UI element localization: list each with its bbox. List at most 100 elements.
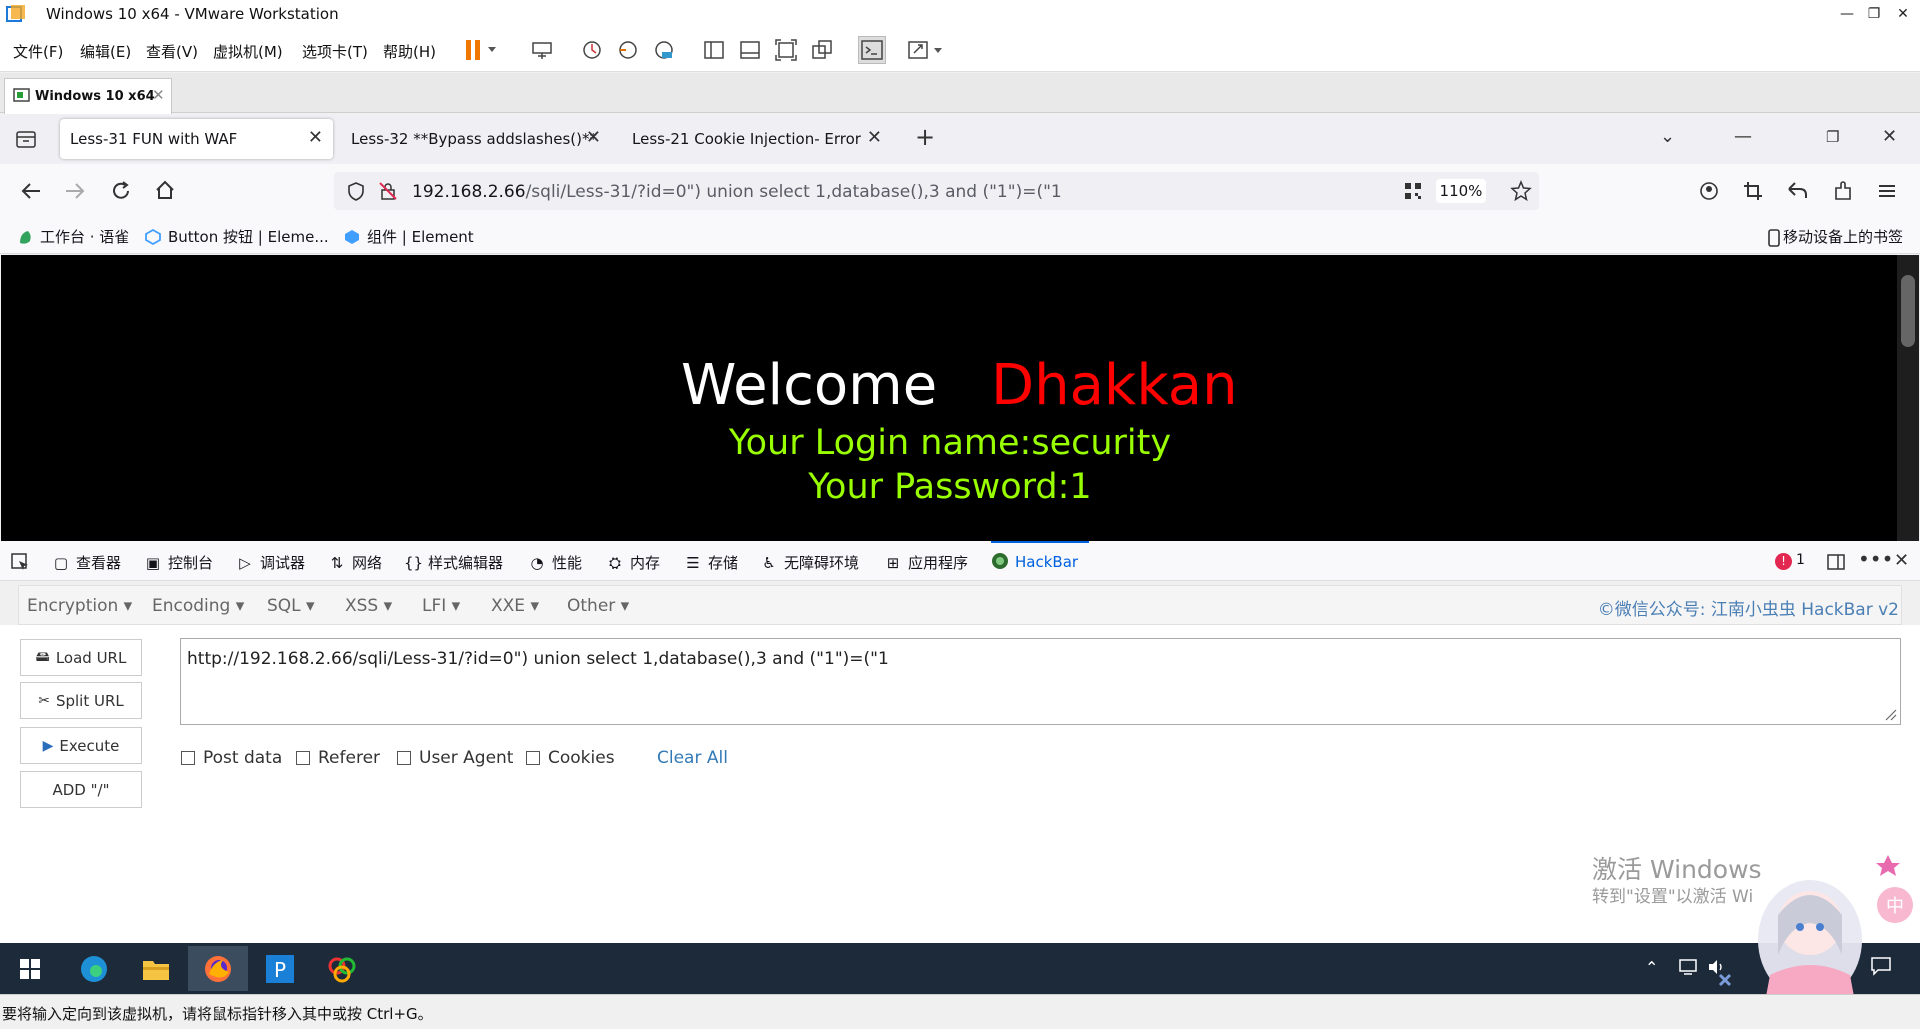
menu-hamburger-icon[interactable]: [1876, 180, 1898, 202]
devtools-tab-network[interactable]: ⇅ 网络: [328, 552, 382, 573]
reload-icon[interactable]: [110, 180, 132, 202]
browser-tab[interactable]: Less-21 Cookie Injection- Error B ✕: [622, 119, 892, 159]
resize-handle-icon[interactable]: [1883, 707, 1897, 721]
clear-all-link[interactable]: Clear All: [657, 748, 728, 768]
add-slash-button[interactable]: ADD "/": [20, 771, 142, 808]
menu-lfi[interactable]: LFI ▾: [422, 596, 460, 616]
scrollbar-thumb[interactable]: [1901, 275, 1915, 347]
console-view-icon[interactable]: [858, 36, 886, 64]
sidebar-toggle-icon[interactable]: [702, 38, 726, 62]
menu-encryption[interactable]: Encryption ▾: [27, 596, 132, 616]
vm-tab[interactable]: Windows 10 x64 ✕: [4, 78, 172, 114]
load-url-button[interactable]: 🖴 Load URL: [20, 639, 142, 676]
undo-icon[interactable]: [1786, 180, 1808, 202]
user-agent-checkbox[interactable]: User Agent: [397, 748, 513, 768]
bookmark-star-icon[interactable]: [1510, 180, 1532, 202]
bookmark-yuque[interactable]: 工作台 · 语雀: [40, 226, 129, 247]
menu-sql[interactable]: SQL ▾: [267, 596, 315, 616]
zoom-level[interactable]: 110%: [1436, 179, 1486, 203]
menu-tabs[interactable]: 选项卡(T): [302, 41, 368, 62]
devtools-tab-inspector[interactable]: ▢ 查看器: [52, 552, 121, 573]
error-icon[interactable]: !: [1775, 553, 1792, 570]
firefox-taskbar-icon[interactable]: [188, 946, 248, 991]
close-button[interactable]: ✕: [1886, 0, 1920, 28]
thumbnail-bar-icon[interactable]: [738, 38, 762, 62]
ff-minimize-button[interactable]: —: [1734, 126, 1752, 147]
cookies-checkbox[interactable]: Cookies: [526, 748, 615, 768]
send-keys-icon[interactable]: [530, 38, 554, 62]
forward-icon[interactable]: [64, 180, 86, 202]
ff-close-button[interactable]: ✕: [1882, 126, 1897, 147]
menu-vm[interactable]: 虚拟机(M): [213, 41, 283, 62]
firefox-view-icon[interactable]: [14, 128, 38, 150]
snapshot-icon[interactable]: [580, 38, 604, 62]
tray-chevron-icon[interactable]: ⌃: [1645, 958, 1658, 977]
menu-view[interactable]: 查看(V): [146, 41, 198, 62]
new-tab-icon[interactable]: +: [915, 123, 935, 151]
execute-button[interactable]: ▶ Execute: [20, 727, 142, 764]
edge-icon[interactable]: [64, 946, 124, 991]
colorful-app-icon[interactable]: [312, 946, 372, 991]
start-icon[interactable]: [0, 946, 60, 991]
devtools-tab-performance[interactable]: ◔ 性能: [528, 552, 582, 573]
checkbox-box[interactable]: [181, 751, 195, 765]
post-data-checkbox[interactable]: Post data: [181, 748, 282, 768]
bookmark-element-components[interactable]: 组件 | Element: [367, 226, 474, 247]
browser-tab[interactable]: Less-32 **Bypass addslashes()** ✕: [341, 119, 611, 159]
split-url-button[interactable]: ✂ Split URL: [20, 682, 142, 719]
menu-other[interactable]: Other ▾: [567, 596, 629, 616]
tab-close-icon[interactable]: ✕: [308, 127, 323, 148]
url-bar[interactable]: 192.168.2.66/sqli/Less-31/?id=0") union …: [334, 172, 1539, 210]
checkbox-box[interactable]: [397, 751, 411, 765]
devtools-tab-style-editor[interactable]: {} 样式编辑器: [404, 552, 503, 573]
tracking-shield-icon[interactable]: [346, 181, 366, 201]
referer-checkbox[interactable]: Referer: [296, 748, 380, 768]
account-icon[interactable]: [1698, 180, 1720, 202]
page-scrollbar[interactable]: [1897, 255, 1919, 541]
checkbox-box[interactable]: [526, 751, 540, 765]
menu-file[interactable]: 文件(F): [13, 41, 63, 62]
devtools-tab-hackbar[interactable]: HackBar: [991, 552, 1078, 571]
devtools-tab-memory[interactable]: ⛭ 内存: [606, 552, 660, 573]
devtools-tab-storage[interactable]: ☰ 存储: [684, 552, 738, 573]
vm-tab-label: Windows 10 x64: [35, 89, 155, 104]
qr-code-icon[interactable]: [1404, 182, 1422, 200]
bookmark-element-button[interactable]: Button 按钮 | Eleme...: [168, 226, 329, 247]
screenshot-icon[interactable]: [1742, 180, 1764, 202]
menu-encoding[interactable]: Encoding ▾: [152, 596, 244, 616]
back-icon[interactable]: [20, 180, 42, 202]
more-options-icon[interactable]: •••: [1858, 547, 1893, 571]
tab-close-icon[interactable]: ✕: [867, 127, 882, 148]
devtools-tab-console[interactable]: ▣ 控制台: [144, 552, 213, 573]
url-textarea[interactable]: http://192.168.2.66/sqli/Less-31/?id=0")…: [180, 638, 1901, 725]
insecure-lock-icon[interactable]: [378, 181, 398, 201]
unity-icon[interactable]: [810, 38, 834, 62]
tab-close-icon[interactable]: ✕: [586, 127, 601, 148]
mobile-bookmarks[interactable]: 移动设备上的书签: [1783, 226, 1903, 247]
menu-xss[interactable]: XSS ▾: [345, 596, 392, 616]
p-app-icon[interactable]: P: [250, 946, 310, 991]
extensions-icon[interactable]: [1832, 180, 1854, 202]
error-count[interactable]: 1: [1796, 552, 1805, 568]
stretch-view-icon[interactable]: [906, 38, 946, 62]
menu-edit[interactable]: 编辑(E): [80, 41, 131, 62]
menu-help[interactable]: 帮助(H): [383, 41, 436, 62]
close-devtools-icon[interactable]: ✕: [1894, 550, 1909, 571]
element-picker-icon[interactable]: [10, 552, 30, 572]
pause-icon[interactable]: [464, 38, 498, 62]
list-tabs-icon[interactable]: ⌄: [1660, 126, 1675, 147]
dock-side-icon[interactable]: [1826, 552, 1846, 572]
devtools-tab-application[interactable]: ⊞ 应用程序: [884, 552, 968, 573]
file-explorer-icon[interactable]: [126, 946, 186, 991]
snapshot-manager-icon[interactable]: [652, 38, 676, 62]
vm-tab-close-icon[interactable]: ✕: [152, 86, 165, 104]
ff-restore-button[interactable]: ❐: [1826, 128, 1839, 146]
home-icon[interactable]: [154, 179, 176, 201]
revert-snapshot-icon[interactable]: [616, 38, 640, 62]
devtools-tab-debugger[interactable]: ▷ 调试器: [236, 552, 305, 573]
devtools-tab-accessibility[interactable]: ♿ 无障碍环境: [760, 552, 859, 573]
checkbox-box[interactable]: [296, 751, 310, 765]
fullscreen-icon[interactable]: [774, 38, 798, 62]
menu-xxe[interactable]: XXE ▾: [491, 596, 539, 616]
browser-tab-active[interactable]: Less-31 FUN with WAF ✕: [60, 119, 333, 159]
